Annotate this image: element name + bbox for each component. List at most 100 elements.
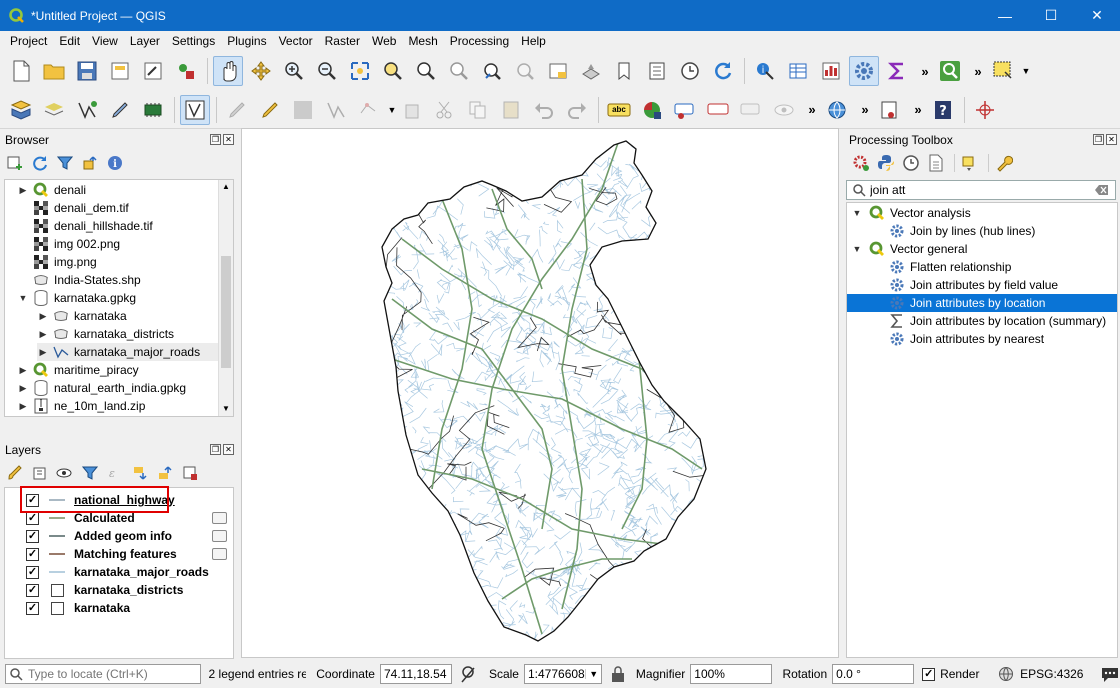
metasearch-button[interactable] xyxy=(822,95,852,125)
edit-features-in-place-button[interactable] xyxy=(959,152,981,174)
toolbox-button[interactable] xyxy=(849,56,879,86)
processing-group[interactable]: ▼ Vector analysis xyxy=(847,204,1117,222)
cut-features-button[interactable] xyxy=(430,95,460,125)
vertex-tool-button[interactable] xyxy=(354,95,384,125)
toolbar-overflow-1[interactable]: » xyxy=(915,56,935,86)
processing-algorithm[interactable]: Join attributes by location (summary) xyxy=(847,312,1117,330)
browser-collapse-button[interactable] xyxy=(79,152,101,174)
remove-layer-button[interactable] xyxy=(179,462,201,484)
open-attribute-table-button[interactable] xyxy=(783,56,813,86)
browser-filter-button[interactable] xyxy=(54,152,76,174)
minimize-button[interactable]: — xyxy=(982,0,1028,31)
coordinate-field[interactable]: 74.11,18.54 xyxy=(379,664,453,684)
chevron-down-icon[interactable]: ▼ xyxy=(851,208,863,218)
scale-combo[interactable]: 1:4776608 ▼ xyxy=(523,664,603,684)
browser-item[interactable]: ▶ karnataka_districts xyxy=(37,325,229,343)
paste-features-button[interactable] xyxy=(496,95,526,125)
layer-item[interactable]: ✓ karnataka xyxy=(5,599,233,617)
current-edits-button[interactable] xyxy=(222,95,252,125)
browser-item[interactable]: img 002.png xyxy=(17,235,229,253)
zoom-last-button[interactable] xyxy=(477,56,507,86)
new-shapefile-button[interactable] xyxy=(72,95,102,125)
layer-diagram-button[interactable] xyxy=(637,95,667,125)
locator-input[interactable] xyxy=(28,667,198,681)
locator-bar[interactable] xyxy=(5,664,201,684)
menu-raster[interactable]: Raster xyxy=(319,34,366,48)
processing-algorithm[interactable]: Join attributes by field value xyxy=(847,276,1117,294)
browser-refresh-button[interactable] xyxy=(29,152,51,174)
toolbar-overflow-3[interactable]: » xyxy=(802,95,822,125)
new-map-view-button[interactable] xyxy=(543,56,573,86)
refresh-button[interactable] xyxy=(708,56,738,86)
browser-item[interactable]: ▶ maritime_piracy xyxy=(17,361,229,379)
layer-visibility-checkbox[interactable]: ✓ xyxy=(26,547,39,561)
expand-all-button[interactable] xyxy=(129,462,151,484)
layer-visibility-checkbox[interactable]: ✓ xyxy=(26,511,39,525)
browser-close-button[interactable]: ✕ xyxy=(223,134,234,145)
browser-item[interactable]: ▶ natural_earth_india.gpkg xyxy=(17,379,229,397)
toolbar-overflow-4[interactable]: » xyxy=(855,95,875,125)
layer-visibility-checkbox[interactable]: ✓ xyxy=(26,601,39,615)
show-bookmarks-button[interactable] xyxy=(642,56,672,86)
layer-item[interactable]: ✓ national_highway xyxy=(5,491,233,509)
scripts-button[interactable] xyxy=(875,152,897,174)
statistical-summary-button[interactable] xyxy=(816,56,846,86)
data-source-manager-button[interactable] xyxy=(6,95,36,125)
layer-item[interactable]: ✓ Added geom info xyxy=(5,527,233,545)
browser-item[interactable]: ▼ karnataka.gpkg xyxy=(17,289,229,307)
menu-plugins[interactable]: Plugins xyxy=(221,34,272,48)
new-3d-view-button[interactable] xyxy=(576,56,606,86)
messages-icon[interactable] xyxy=(1100,665,1120,683)
new-print-layout-button[interactable] xyxy=(105,56,135,86)
layer-item[interactable]: ✓ Calculated xyxy=(5,509,233,527)
help-button[interactable]: ? xyxy=(928,95,958,125)
add-vector-layer-button[interactable] xyxy=(39,95,69,125)
redo-button[interactable] xyxy=(562,95,592,125)
layer-styling-button[interactable] xyxy=(4,462,26,484)
browser-item[interactable]: img.png xyxy=(17,253,229,271)
digitize-pen-button[interactable] xyxy=(105,95,135,125)
zoom-next-button[interactable] xyxy=(510,56,540,86)
processing-algorithm[interactable]: Join attributes by nearest xyxy=(847,330,1117,348)
show-hide-labels-button[interactable] xyxy=(736,95,766,125)
menu-web[interactable]: Web xyxy=(366,34,402,48)
chevron-right-icon[interactable]: ▶ xyxy=(37,329,49,340)
layer-item[interactable]: ✓ Matching features xyxy=(5,545,233,563)
processing-algorithm[interactable]: Flatten relationship xyxy=(847,258,1117,276)
browser-float-button[interactable]: ❐ xyxy=(210,134,221,145)
new-project-button[interactable] xyxy=(6,56,36,86)
processing-close-button[interactable]: ✕ xyxy=(1106,134,1117,145)
clear-search-icon[interactable] xyxy=(1095,184,1109,196)
browser-item[interactable]: ▶ denali xyxy=(17,181,229,199)
lock-icon[interactable] xyxy=(610,665,626,683)
menu-edit[interactable]: Edit xyxy=(53,34,86,48)
pin-labels-button[interactable] xyxy=(670,95,700,125)
vertex-tool-dropdown[interactable]: ▼ xyxy=(387,95,397,125)
models-button[interactable] xyxy=(850,152,872,174)
new-bookmark-button[interactable] xyxy=(609,56,639,86)
browser-add-selected-button[interactable] xyxy=(4,152,26,174)
copy-features-button[interactable] xyxy=(463,95,493,125)
menu-project[interactable]: Project xyxy=(4,34,53,48)
layer-visibility-checkbox[interactable]: ✓ xyxy=(26,493,39,507)
manage-map-themes-button[interactable] xyxy=(54,462,76,484)
select-features-button[interactable] xyxy=(988,56,1018,86)
temporary-layer-button[interactable] xyxy=(138,95,168,125)
processing-search-input[interactable] xyxy=(870,183,1095,197)
new-annotation-button[interactable] xyxy=(875,95,905,125)
menu-settings[interactable]: Settings xyxy=(166,34,221,48)
save-edits-button[interactable] xyxy=(288,95,318,125)
layers-float-button[interactable]: ❐ xyxy=(210,444,221,455)
browser-item[interactable]: ▶ karnataka_major_roads xyxy=(37,343,229,361)
browser-properties-button[interactable]: i xyxy=(104,152,126,174)
chevron-right-icon[interactable]: ▶ xyxy=(17,365,29,376)
temporary-layer-icon[interactable] xyxy=(212,512,227,524)
layer-item[interactable]: ✓ karnataka_major_roads xyxy=(5,563,233,581)
zoom-out-button[interactable] xyxy=(312,56,342,86)
browser-item[interactable]: India-States.shp xyxy=(17,271,229,289)
add-feature-button[interactable] xyxy=(321,95,351,125)
toolbar-overflow-2[interactable]: » xyxy=(968,56,988,86)
temporal-controller-button[interactable] xyxy=(675,56,705,86)
chevron-right-icon[interactable]: ▶ xyxy=(17,185,29,196)
processing-algorithm[interactable]: Join attributes by location xyxy=(847,294,1117,312)
